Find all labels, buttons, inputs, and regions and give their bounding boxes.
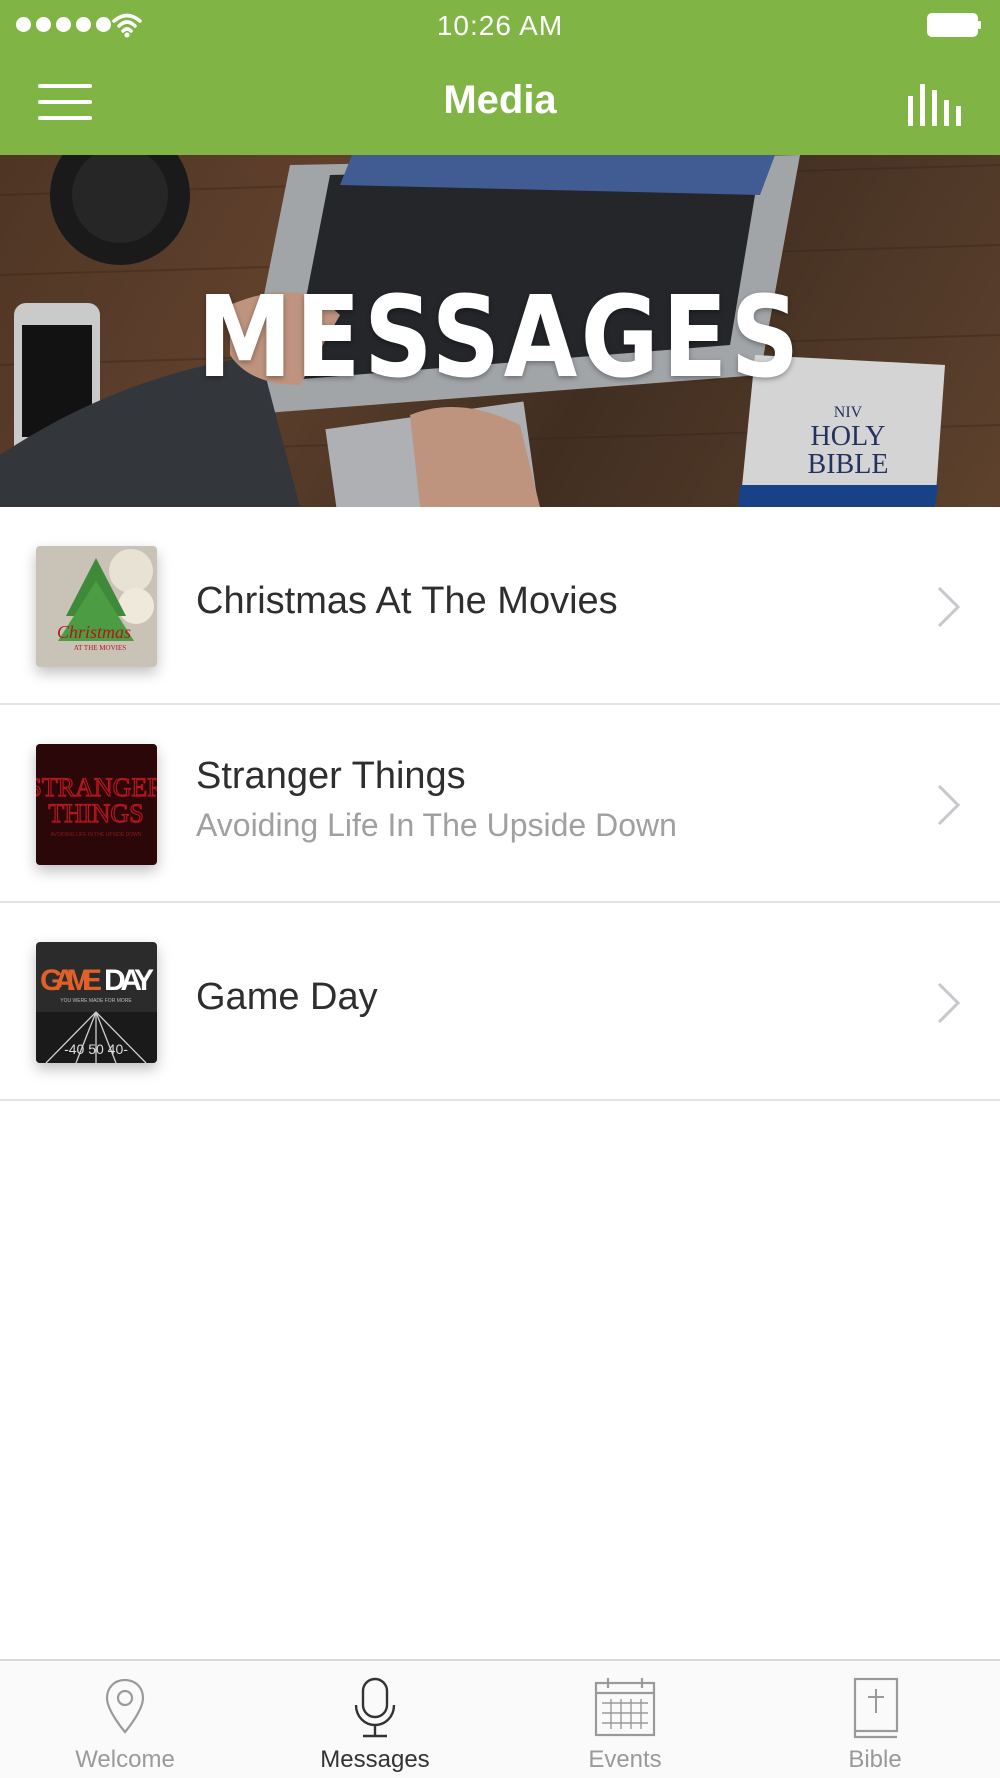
tab-bible[interactable]: Bible: [750, 1661, 1000, 1778]
svg-text:AVOIDING LIFE IN THE UPSIDE DO: AVOIDING LIFE IN THE UPSIDE DOWN: [51, 832, 142, 838]
status-bar: 10:26 AM: [0, 0, 1000, 50]
hero-title: MESSAGES: [197, 273, 803, 403]
series-subtitle: Avoiding Life In The Upside Down: [196, 807, 677, 843]
battery-icon: [927, 13, 981, 37]
page-title: Media: [443, 78, 557, 122]
microphone-icon: [354, 1677, 396, 1738]
svg-text:STRANGER: STRANGER: [36, 773, 157, 802]
series-title: Christmas At The Movies: [196, 580, 618, 622]
tab-bar: Welcome Messages Events Bible: [0, 1659, 1000, 1778]
list-item[interactable]: GAME DAY YOU WERE MADE FOR MORE -40 50 4…: [0, 903, 1000, 1101]
status-time: 10:26 AM: [436, 10, 564, 41]
tab-label: Messages: [320, 1746, 430, 1773]
series-title: Game Day: [196, 976, 378, 1018]
chevron-right-icon: [937, 784, 961, 826]
tab-events[interactable]: Events: [500, 1661, 750, 1778]
hero-banner[interactable]: NIV HOLY BIBLE MESSAGES: [0, 155, 1000, 507]
series-thumbnail: Christmas AT THE MOVIES: [36, 546, 157, 667]
tab-label: Bible: [848, 1746, 902, 1773]
series-thumbnail: STRANGER THINGS AVOIDING LIFE IN THE UPS…: [36, 744, 157, 865]
calendar-icon: [594, 1678, 656, 1737]
nav-bar: Media: [0, 50, 1000, 155]
tab-welcome[interactable]: Welcome: [0, 1661, 250, 1778]
svg-text:GAME: GAME: [40, 964, 102, 997]
tab-label: Welcome: [75, 1746, 175, 1773]
bible-icon: [853, 1677, 899, 1739]
series-title: Stranger Things: [196, 755, 466, 797]
audio-bars-icon[interactable]: [906, 82, 962, 126]
svg-text:-40 50 40-: -40 50 40-: [64, 1041, 128, 1057]
tab-messages[interactable]: Messages: [250, 1661, 500, 1778]
location-pin-icon: [105, 1678, 145, 1734]
svg-text:Christmas: Christmas: [57, 622, 131, 642]
list-item[interactable]: Christmas AT THE MOVIES Christmas At The…: [0, 507, 1000, 705]
svg-text:DAY: DAY: [104, 964, 154, 997]
series-list: Christmas AT THE MOVIES Christmas At The…: [0, 507, 1000, 1101]
svg-text:AT THE MOVIES: AT THE MOVIES: [74, 644, 126, 652]
header: 10:26 AM Media: [0, 0, 1000, 155]
svg-text:YOU WERE MADE FOR MORE: YOU WERE MADE FOR MORE: [60, 998, 132, 1004]
list-item[interactable]: STRANGER THINGS AVOIDING LIFE IN THE UPS…: [0, 705, 1000, 903]
svg-text:THINGS: THINGS: [48, 799, 143, 828]
chevron-right-icon: [937, 586, 961, 628]
series-thumbnail: GAME DAY YOU WERE MADE FOR MORE -40 50 4…: [36, 942, 157, 1063]
chevron-right-icon: [937, 982, 961, 1024]
tab-label: Events: [588, 1746, 662, 1773]
